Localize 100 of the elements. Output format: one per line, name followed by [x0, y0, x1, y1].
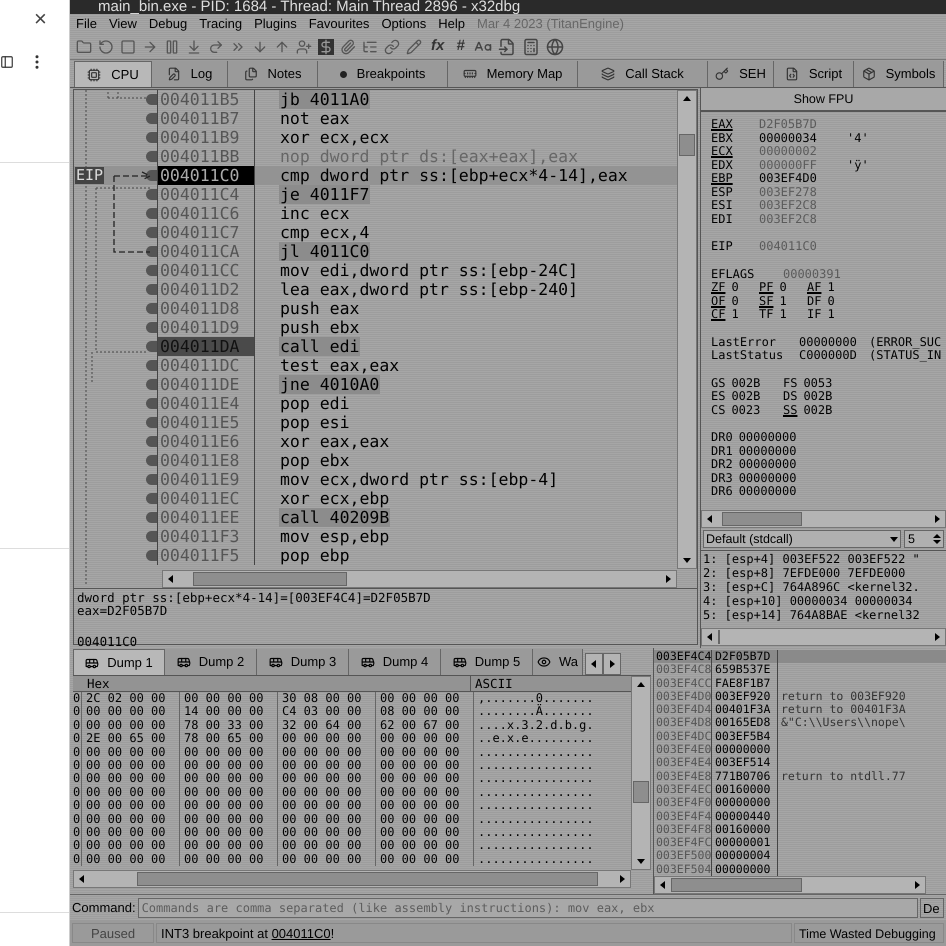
menu-item[interactable]: Tracing — [199, 14, 242, 34]
close-glyph[interactable]: × — [34, 2, 47, 35]
stack-row[interactable]: 003EF4C4 D2F05B7D — [654, 650, 946, 664]
globe-icon[interactable] — [546, 38, 564, 56]
tab[interactable]: SEH — [708, 61, 774, 87]
scrollbar-thumb[interactable] — [722, 512, 802, 526]
register-value[interactable]: 00000000 — [738, 431, 796, 444]
register-value[interactable]: 00000000 — [738, 472, 796, 485]
list-tree-icon[interactable] — [362, 38, 378, 54]
register-value[interactable]: 00000000 — [738, 458, 796, 472]
register-value[interactable]: 002B — [803, 390, 832, 404]
register-name[interactable]: EBX — [711, 130, 733, 144]
register-name[interactable]: ZF — [711, 281, 726, 294]
command-input[interactable]: Commands are comma separated (like assembly instructions): mov eax, ebx — [138, 898, 918, 918]
link-icon[interactable] — [384, 38, 400, 54]
step-over-icon[interactable] — [208, 38, 224, 54]
vertical-scrollbar[interactable] — [631, 676, 651, 870]
menu-item[interactable]: File — [76, 14, 97, 34]
stack-row[interactable]: 003EF500 00000004 — [654, 849, 946, 863]
register-name[interactable]: ES — [711, 390, 726, 404]
register-name[interactable]: EFLAGS — [711, 266, 754, 280]
flag-value[interactable]: 0 — [827, 294, 835, 308]
stack-row[interactable]: 003EF4E0 00000000 — [654, 743, 946, 756]
toolbar-button[interactable]: fx — [428, 35, 448, 58]
register-name[interactable]: GS — [711, 376, 726, 390]
stack-row[interactable]: 003EF4F0 00000000 — [654, 796, 946, 810]
step-into-icon[interactable] — [186, 38, 202, 54]
pause-icon[interactable] — [164, 38, 180, 54]
scrollbar-thumb[interactable] — [193, 572, 348, 586]
stack-row[interactable]: 003EF4C8 659B537E — [654, 663, 946, 677]
register-value[interactable]: 00000000 — [799, 336, 869, 349]
horizontal-scrollbar[interactable] — [701, 510, 946, 528]
tab[interactable]: Script — [774, 61, 854, 87]
argument-count-spinbox[interactable]: 5 — [904, 530, 944, 548]
scrollbar-thumb[interactable] — [671, 878, 802, 892]
stack-row[interactable]: 003EF4FC 00000001 — [654, 836, 946, 850]
horizontal-scrollbar[interactable] — [654, 876, 926, 894]
menu-item[interactable]: Plugins — [254, 14, 297, 34]
register-name[interactable]: DR3 — [711, 472, 733, 485]
stack-row[interactable]: 003EF4EC 00160000 — [654, 782, 946, 796]
user-plus-icon[interactable] — [296, 38, 312, 54]
register-value[interactable]: C000000D — [799, 349, 869, 362]
stack-row[interactable]: 003EF4D4 00401F3A return to 00401F3A — [654, 703, 946, 716]
register-name[interactable]: ESI — [711, 198, 733, 212]
register-name[interactable]: EIP — [711, 239, 733, 253]
register-name[interactable]: ESP — [711, 184, 733, 198]
menu-item[interactable]: Debug — [148, 14, 188, 34]
command-type-dropdown[interactable]: De — [920, 898, 944, 918]
register-name[interactable]: CF — [711, 308, 726, 322]
tab[interactable]: Call Stack — [578, 61, 708, 87]
tab-scroll-left-button[interactable] — [585, 653, 603, 675]
register-name[interactable]: EDI — [711, 212, 733, 226]
paperclip-icon[interactable] — [340, 38, 356, 54]
tab[interactable]: Dump 4 — [349, 649, 441, 675]
address-cell[interactable]: 004011C0 — [157, 166, 255, 185]
pencil-icon[interactable] — [406, 38, 422, 54]
flag-value[interactable]: 0 — [731, 281, 739, 294]
register-name[interactable]: DS — [783, 390, 798, 404]
tab[interactable]: Dump 5 — [441, 649, 533, 675]
register-name[interactable]: TF — [759, 308, 774, 322]
tab[interactable]: Dump 1 — [73, 649, 165, 675]
register-name[interactable]: SS — [783, 404, 798, 417]
register-name[interactable]: OF — [711, 294, 726, 308]
address-link[interactable]: 004011C0 — [272, 926, 331, 941]
flag-value[interactable]: 1 — [827, 281, 835, 294]
register-name[interactable]: DR0 — [711, 431, 733, 444]
calling-convention-dropdown[interactable]: Default (stdcall) — [703, 530, 901, 548]
register-name[interactable]: DR2 — [711, 458, 733, 472]
menu-item[interactable]: Options — [381, 14, 426, 34]
scrollbar-thumb[interactable] — [137, 872, 598, 886]
flag-value[interactable]: 1 — [731, 308, 739, 322]
toolbar-button[interactable]: # — [453, 35, 468, 58]
spin-arrows-icon[interactable] — [931, 532, 943, 546]
scrollbar-thumb[interactable] — [633, 781, 649, 804]
register-name[interactable]: EBP — [711, 171, 733, 185]
column-header[interactable]: Hex — [73, 676, 471, 691]
menu-item[interactable]: View — [108, 14, 137, 34]
horizontal-scrollbar[interactable] — [162, 570, 677, 588]
tab[interactable]: Symbols — [854, 61, 944, 87]
register-name[interactable]: DR6 — [711, 485, 733, 498]
tab[interactable]: Memory Map — [448, 61, 578, 87]
register-value[interactable]: 002B — [731, 390, 760, 404]
stop-icon[interactable] — [120, 38, 136, 54]
stack-row[interactable]: 003EF4CC FAE8F1B7 — [654, 676, 946, 690]
file-input-icon[interactable] — [498, 38, 516, 56]
register-value[interactable]: 003EF4D0 — [759, 172, 847, 186]
stack-row[interactable]: 003EF4D8 00165ED8 &"C:\\Users\\nope\ — [654, 716, 946, 730]
restart-icon[interactable] — [98, 38, 114, 54]
register-name[interactable]: EDX — [711, 158, 733, 172]
tab[interactable]: Wa — [533, 649, 583, 675]
show-fpu-button[interactable]: Show FPU — [701, 88, 946, 112]
tab[interactable]: Breakpoints — [318, 61, 448, 87]
register-name[interactable]: IF — [807, 308, 822, 322]
horizontal-scrollbar[interactable] — [701, 628, 946, 646]
tab-scroll-right-button[interactable] — [603, 653, 621, 675]
stack-row[interactable]: 003EF4DC 003EF5B4 — [654, 730, 946, 744]
menu-item[interactable]: Help — [438, 14, 465, 34]
register-value[interactable]: 00000034 — [759, 132, 847, 145]
tab[interactable]: Log — [152, 61, 228, 87]
flag-value[interactable]: 1 — [779, 308, 787, 322]
